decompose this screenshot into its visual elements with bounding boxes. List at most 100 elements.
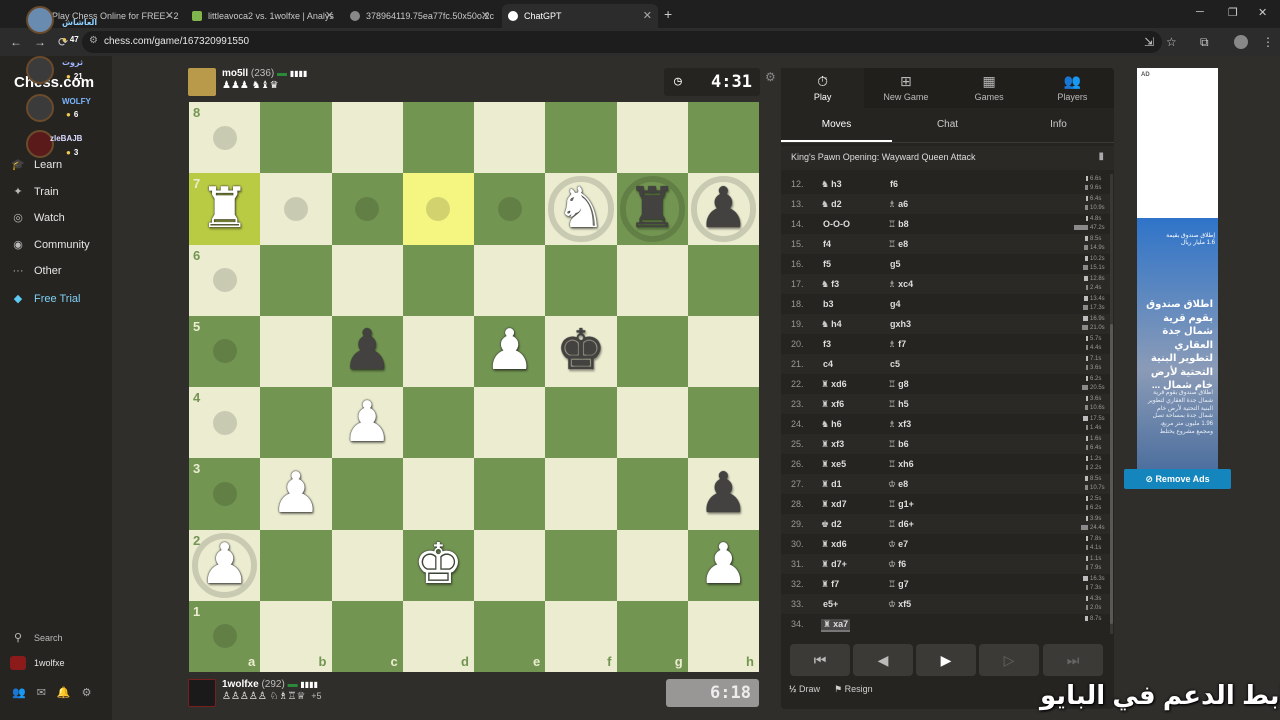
- square-f5[interactable]: ♚: [545, 315, 617, 387]
- square-g5[interactable]: [616, 315, 688, 387]
- white-move[interactable]: e5+: [821, 599, 838, 609]
- square-g6[interactable]: [616, 244, 688, 316]
- white-move[interactable]: ♜ xd7: [821, 499, 847, 510]
- square-d8[interactable]: [402, 102, 474, 174]
- back-icon[interactable]: ←: [10, 35, 22, 49]
- white-move[interactable]: O-O-O: [821, 219, 850, 229]
- white-rook-icon[interactable]: ♜: [189, 173, 260, 244]
- square-a5[interactable]: 5: [189, 315, 261, 387]
- tab-games[interactable]: ▦ Games: [948, 68, 1031, 108]
- square-a6[interactable]: 6: [189, 244, 261, 316]
- previous-move-button[interactable]: ◀: [853, 644, 913, 676]
- white-move[interactable]: b3: [821, 299, 834, 309]
- square-a4[interactable]: 4: [189, 387, 261, 459]
- square-g7[interactable]: ♜: [616, 173, 688, 245]
- square-c3[interactable]: [331, 458, 403, 530]
- opening-name[interactable]: King's Pawn Opening: Wayward Queen Attac…: [781, 146, 1114, 170]
- board-settings-icon[interactable]: ⚙: [765, 70, 776, 84]
- move-hint-dot[interactable]: [212, 339, 237, 364]
- square-a1[interactable]: 1a: [189, 600, 261, 672]
- draw-button[interactable]: ½ Draw: [789, 684, 820, 695]
- black-move[interactable]: ♖ g8: [888, 379, 909, 390]
- white-move[interactable]: ♜ xf3: [821, 439, 844, 450]
- white-move[interactable]: ♜ xa7: [821, 619, 851, 632]
- bottom-player-name[interactable]: 1wolfxe (292) ▬ ▮▮▮▮: [222, 679, 322, 690]
- white-pawn-icon[interactable]: ♟: [189, 530, 260, 601]
- notifications-icon[interactable]: 🔔: [57, 686, 71, 699]
- square-g1[interactable]: g: [616, 600, 688, 672]
- square-e6[interactable]: [474, 244, 546, 316]
- top-player-name[interactable]: mo5ll (236) ▬ ▮▮▮▮: [222, 68, 307, 79]
- black-move[interactable]: ♗ xf3: [888, 419, 911, 430]
- first-move-button[interactable]: ⏮: [790, 644, 850, 676]
- black-move[interactable]: c5: [888, 359, 900, 369]
- square-d1[interactable]: d: [402, 600, 474, 672]
- move-hint-dot[interactable]: [212, 481, 237, 506]
- white-move[interactable]: ♜ xd6: [821, 539, 847, 550]
- white-move[interactable]: c4: [821, 359, 833, 369]
- messages-icon[interactable]: ✉: [37, 686, 46, 699]
- black-move[interactable]: ♖ g1+: [888, 499, 914, 510]
- square-b8[interactable]: [260, 102, 332, 174]
- install-app-icon[interactable]: ⇲: [1144, 35, 1154, 49]
- white-move[interactable]: ♞ h4: [821, 319, 842, 330]
- square-g3[interactable]: [616, 458, 688, 530]
- square-d2[interactable]: ♚: [402, 529, 474, 601]
- white-move[interactable]: ♜ f7: [821, 579, 839, 590]
- black-move[interactable]: ♔ e8: [888, 479, 908, 490]
- minimize-icon[interactable]: ─: [1196, 6, 1204, 18]
- black-move[interactable]: ♖ b6: [888, 439, 909, 450]
- square-b4[interactable]: [260, 387, 332, 459]
- black-move[interactable]: f6: [888, 179, 898, 189]
- advertisement[interactable]: AD إطلاق صندوق بقيمة 1.6 مليار ريال اطلا…: [1137, 68, 1218, 488]
- new-tab-icon[interactable]: +: [664, 6, 672, 22]
- black-move[interactable]: ♖ xh6: [888, 459, 914, 470]
- square-c5[interactable]: ♟: [331, 315, 403, 387]
- close-window-icon[interactable]: ✕: [1258, 6, 1267, 19]
- close-tab-icon[interactable]: ✕: [643, 9, 652, 22]
- black-move[interactable]: ♔ xf5: [888, 599, 911, 610]
- move-hint-dot[interactable]: [212, 410, 237, 435]
- browser-menu-icon[interactable]: ⋮: [1262, 35, 1274, 49]
- black-pawn-icon[interactable]: ♟: [332, 316, 403, 387]
- square-d7[interactable]: [402, 173, 474, 245]
- black-pawn-icon[interactable]: ♟: [688, 173, 759, 244]
- remove-ads-button[interactable]: ⊘ Remove Ads: [1124, 469, 1231, 489]
- square-h6[interactable]: [687, 244, 759, 316]
- black-move[interactable]: ♖ h5: [888, 399, 909, 410]
- move-hint-dot[interactable]: [426, 196, 451, 221]
- white-knight-icon[interactable]: ♞: [545, 173, 616, 244]
- play-button[interactable]: ▶: [916, 644, 976, 676]
- tab-chat[interactable]: Chat: [892, 108, 1003, 142]
- sidebar-item-free-trial[interactable]: ◆ Free Trial: [10, 292, 81, 306]
- square-a7[interactable]: 7 ♜: [189, 173, 261, 245]
- white-pawn-icon[interactable]: ♟: [332, 387, 403, 458]
- square-b1[interactable]: b: [260, 600, 332, 672]
- square-e8[interactable]: [474, 102, 546, 174]
- white-move[interactable]: ♞ h3: [821, 179, 842, 190]
- square-h5[interactable]: [687, 315, 759, 387]
- square-b7[interactable]: [260, 173, 332, 245]
- square-f6[interactable]: [545, 244, 617, 316]
- book-icon[interactable]: ▮: [1098, 151, 1104, 162]
- black-king-icon[interactable]: ♚: [545, 316, 616, 387]
- black-move[interactable]: ♖ d6+: [888, 519, 914, 530]
- white-move[interactable]: ♚ d2: [821, 519, 842, 530]
- site-info-icon[interactable]: ⚙: [89, 35, 98, 46]
- square-b6[interactable]: [260, 244, 332, 316]
- tab-moves[interactable]: Moves: [781, 108, 892, 142]
- square-e2[interactable]: [474, 529, 546, 601]
- move-list[interactable]: 12. ♞ h3 f6 6.6s 9.6s 13. ♞ d2 ♗ a6 6.4s 10.9s 14. O-O…: [781, 174, 1110, 634]
- square-e4[interactable]: [474, 387, 546, 459]
- scrollbar-thumb[interactable]: [1110, 324, 1113, 624]
- profile-avatar[interactable]: [1234, 35, 1248, 49]
- move-hint-dot[interactable]: [212, 624, 237, 649]
- sidebar-item-other[interactable]: ··· Other: [10, 265, 62, 277]
- white-move[interactable]: f5: [821, 259, 831, 269]
- white-move[interactable]: ♜ xd6: [821, 379, 847, 390]
- next-move-button[interactable]: ▷: [979, 644, 1039, 676]
- square-h1[interactable]: h: [687, 600, 759, 672]
- white-move[interactable]: ♜ d7+: [821, 559, 847, 570]
- square-b3[interactable]: ♟: [260, 458, 332, 530]
- square-h2[interactable]: ♟: [687, 529, 759, 601]
